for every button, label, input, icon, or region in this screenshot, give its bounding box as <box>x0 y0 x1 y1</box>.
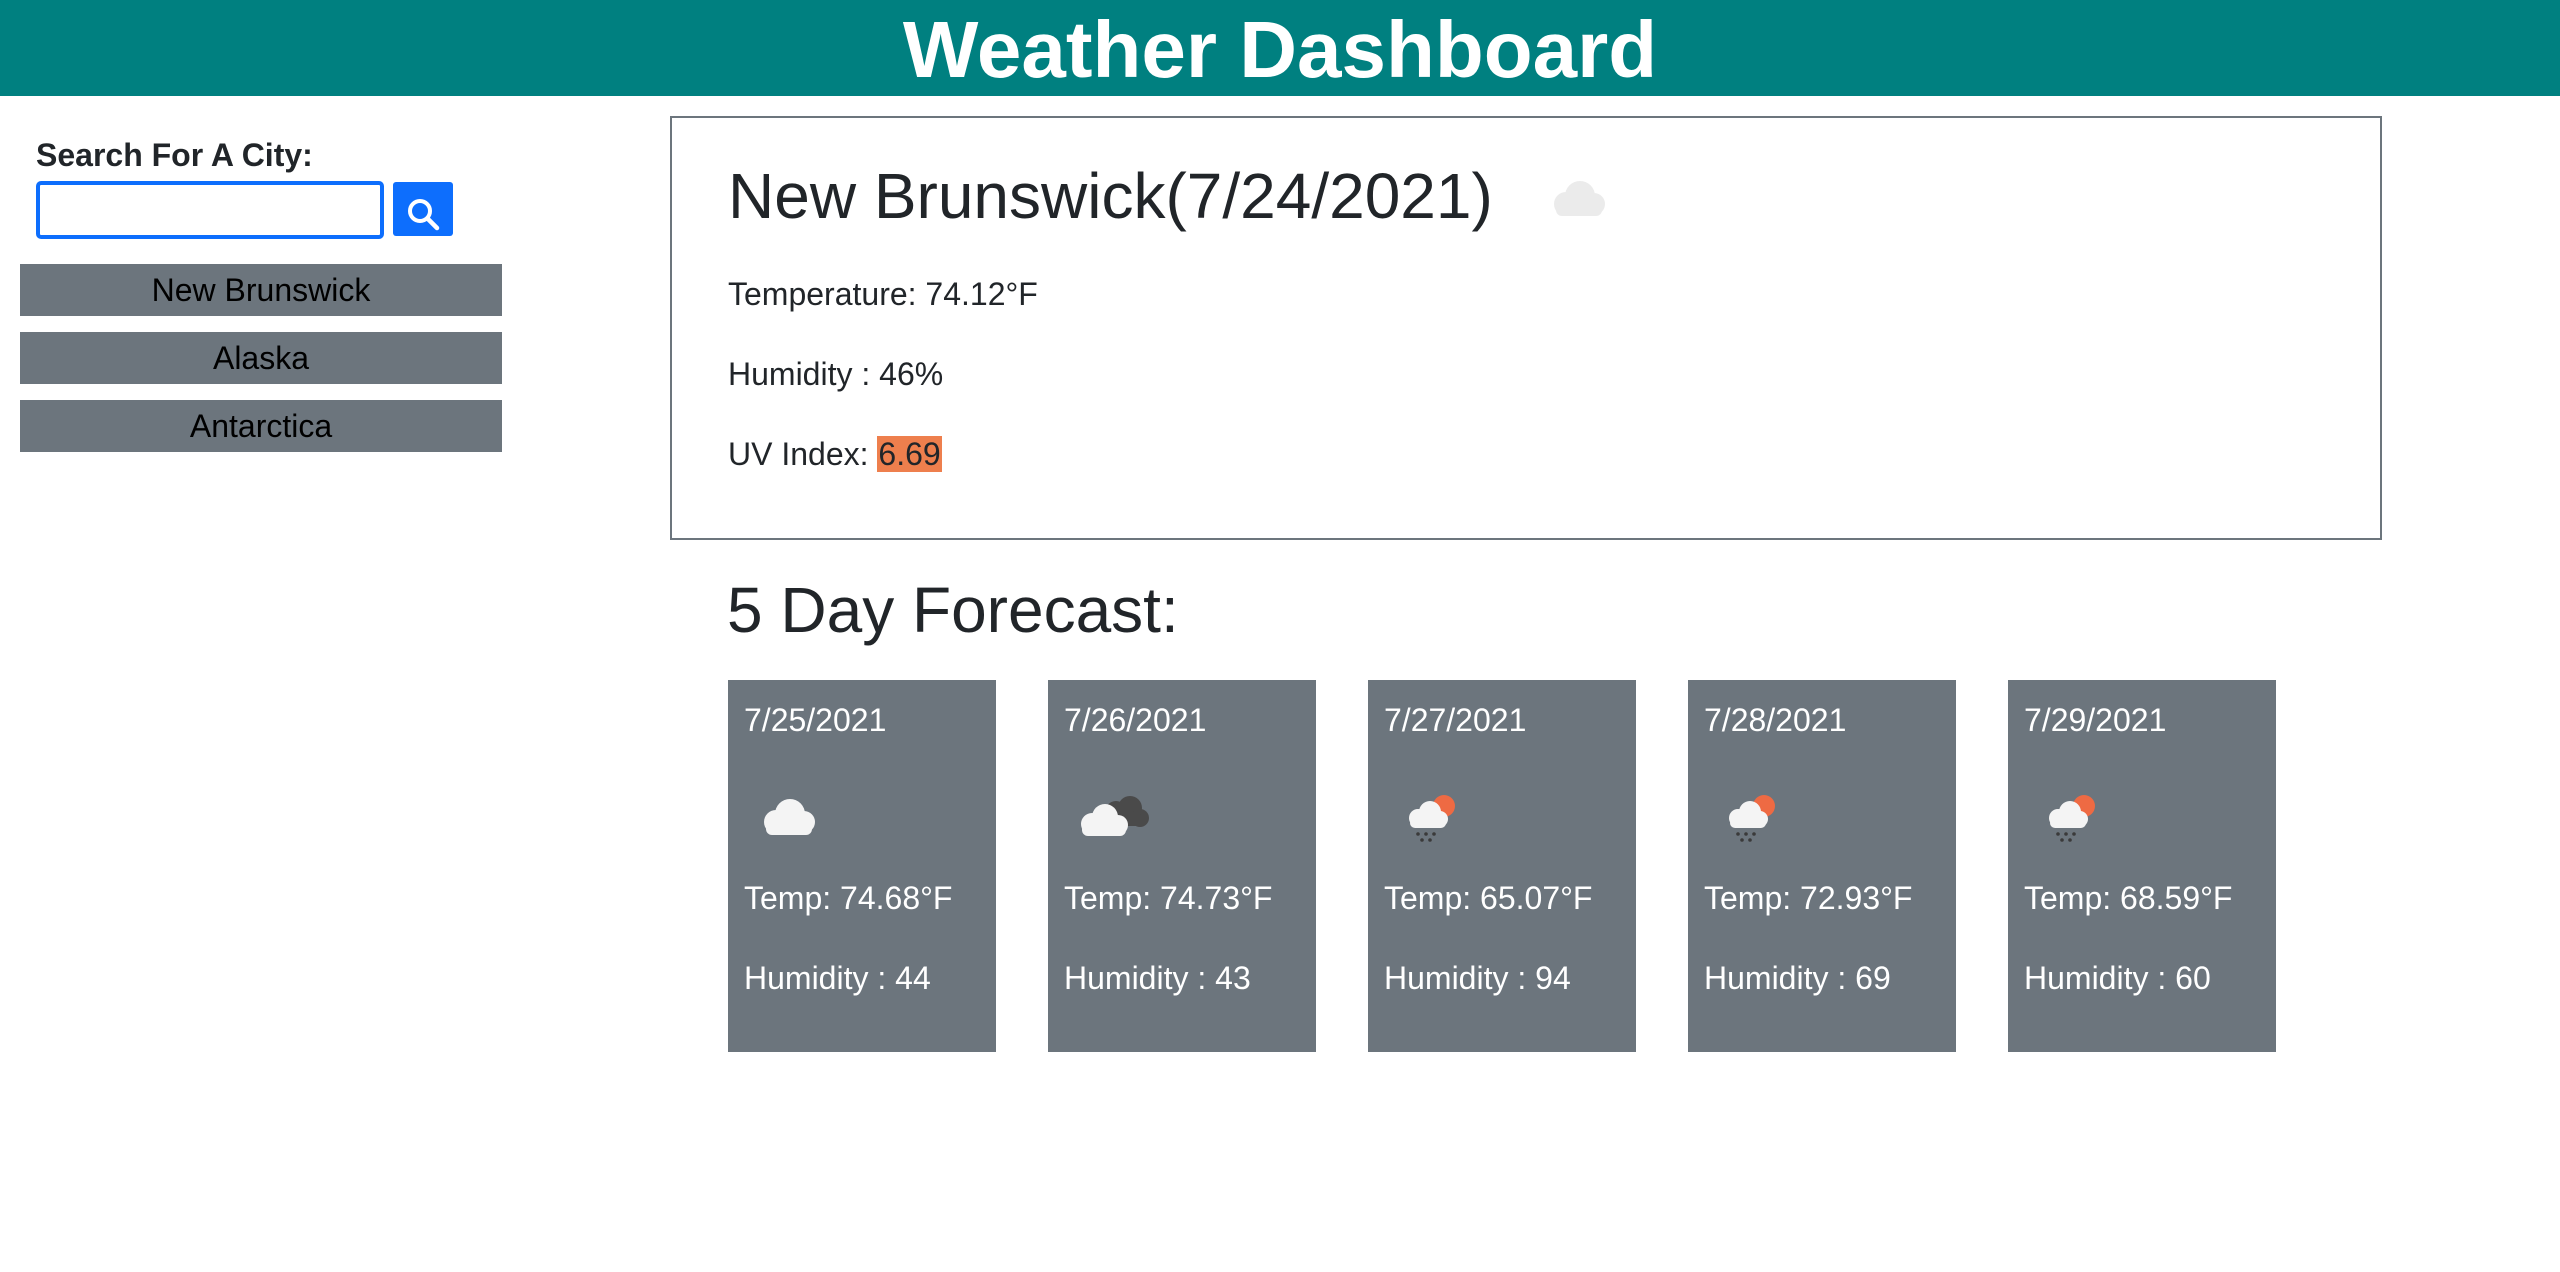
search-button[interactable] <box>393 182 453 236</box>
forecast-date: 7/27/2021 <box>1384 702 1527 738</box>
forecast-date: 7/28/2021 <box>1704 702 1847 738</box>
forecast-card: 7/25/2021 Temp: 74.68°F Humidity : 44 <box>728 680 996 1052</box>
sun-rain-icon <box>2044 790 2104 851</box>
forecast-date: 7/26/2021 <box>1064 702 1207 738</box>
search-label: Search For A City: <box>36 137 313 173</box>
forecast-date: 7/29/2021 <box>2024 702 2167 738</box>
search-icon <box>393 197 453 231</box>
current-temperature: Temperature: 74.12°F <box>728 276 1038 312</box>
history-button-alaska[interactable]: Alaska <box>20 332 502 384</box>
page-title: Weather Dashboard <box>902 5 1658 94</box>
sun-rain-icon <box>1404 790 1464 851</box>
forecast-humidity: Humidity : 60 <box>2024 960 2211 996</box>
forecast-temp: Temp: 65.07°F <box>1384 880 1593 916</box>
sun-rain-icon <box>1724 790 1784 851</box>
forecast-temp: Temp: 68.59°F <box>2024 880 2233 916</box>
current-weather-panel: New Brunswick(7/24/2021) Temperature: 74… <box>670 116 2382 540</box>
uv-index-label: UV Index: <box>728 436 878 472</box>
forecast-humidity: Humidity : 69 <box>1704 960 1891 996</box>
current-humidity: Humidity : 46% <box>728 356 944 392</box>
uv-index-badge: 6.69 <box>877 436 942 472</box>
current-city-title: New Brunswick(7/24/2021) <box>728 160 1493 232</box>
forecast-humidity: Humidity : 44 <box>744 960 931 996</box>
cloud-icon <box>1542 174 1614 227</box>
forecast-humidity: Humidity : 43 <box>1064 960 1251 996</box>
forecast-card: 7/28/2021 Temp: 72.93°F Humidity : 69 <box>1688 680 1956 1052</box>
history-button-antarctica[interactable]: Antarctica <box>20 400 502 452</box>
forecast-card: 7/26/2021 Temp: 74.73°F Humidity : 43 <box>1048 680 1316 1052</box>
forecast-date: 7/25/2021 <box>744 702 887 738</box>
forecast-temp: Temp: 74.68°F <box>744 880 953 916</box>
forecast-card: 7/29/2021 Temp: 68.59°F Humidity : 60 <box>2008 680 2276 1052</box>
city-search-input[interactable] <box>36 181 384 239</box>
forecast-card: 7/27/2021 Temp: 65.07°F Humidity : 94 <box>1368 680 1636 1052</box>
forecast-humidity: Humidity : 94 <box>1384 960 1571 996</box>
app-header: Weather Dashboard <box>0 0 2560 96</box>
history-button-new-brunswick[interactable]: New Brunswick <box>20 264 502 316</box>
forecast-heading: 5 Day Forecast: <box>727 574 1179 646</box>
broken-clouds-icon <box>1074 790 1154 847</box>
current-uv-index: UV Index: 6.69 <box>728 436 942 473</box>
cloud-icon <box>754 790 824 847</box>
forecast-temp: Temp: 74.73°F <box>1064 880 1273 916</box>
forecast-temp: Temp: 72.93°F <box>1704 880 1913 916</box>
